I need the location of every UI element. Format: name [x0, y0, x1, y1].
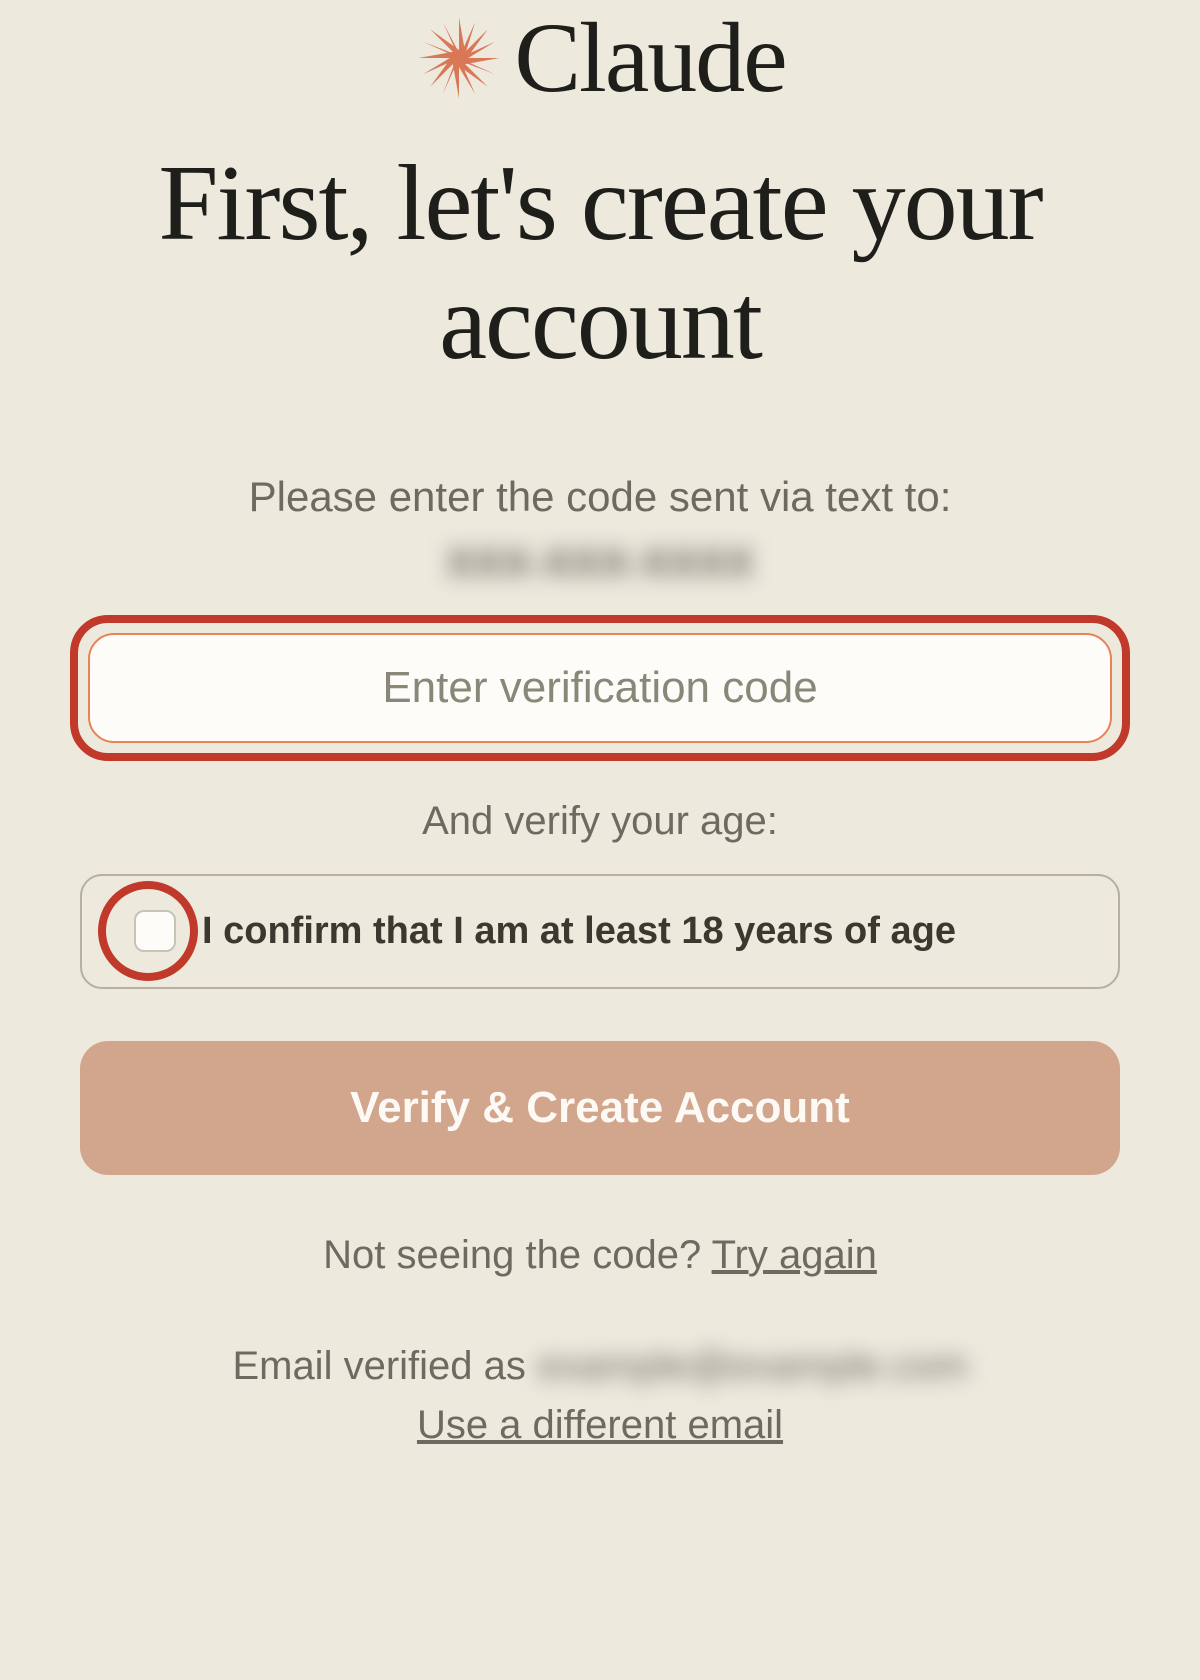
verify-create-account-button[interactable]: Verify & Create Account	[80, 1041, 1120, 1175]
code-input-container	[88, 633, 1112, 743]
logo-text: Claude	[514, 0, 785, 115]
email-prefix: Email verified as	[232, 1344, 525, 1389]
age-checkbox-container: I confirm that I am at least 18 years of…	[80, 874, 1120, 989]
claude-starburst-icon	[414, 13, 504, 103]
email-address-redacted: example@example.com	[538, 1344, 968, 1389]
age-confirm-text: I confirm that I am at least 18 years of…	[202, 910, 956, 953]
page-title: First, let's create your account	[0, 145, 1200, 383]
verification-code-input[interactable]	[96, 641, 1104, 735]
use-different-email-link[interactable]: Use a different email	[417, 1403, 783, 1448]
age-confirm-checkbox[interactable]	[134, 910, 176, 952]
phone-number-redacted: XXX-XXX-XXXX	[446, 539, 754, 587]
retry-line: Not seeing the code? Try again	[323, 1233, 877, 1278]
code-instruction: Please enter the code sent via text to:	[249, 473, 952, 521]
retry-prefix: Not seeing the code?	[323, 1233, 711, 1277]
email-verified-line: Email verified as example@example.com	[232, 1344, 967, 1389]
try-again-link[interactable]: Try again	[712, 1233, 877, 1277]
logo: Claude	[414, 0, 785, 115]
code-input-highlight	[70, 615, 1130, 761]
age-verify-label: And verify your age:	[422, 799, 778, 844]
